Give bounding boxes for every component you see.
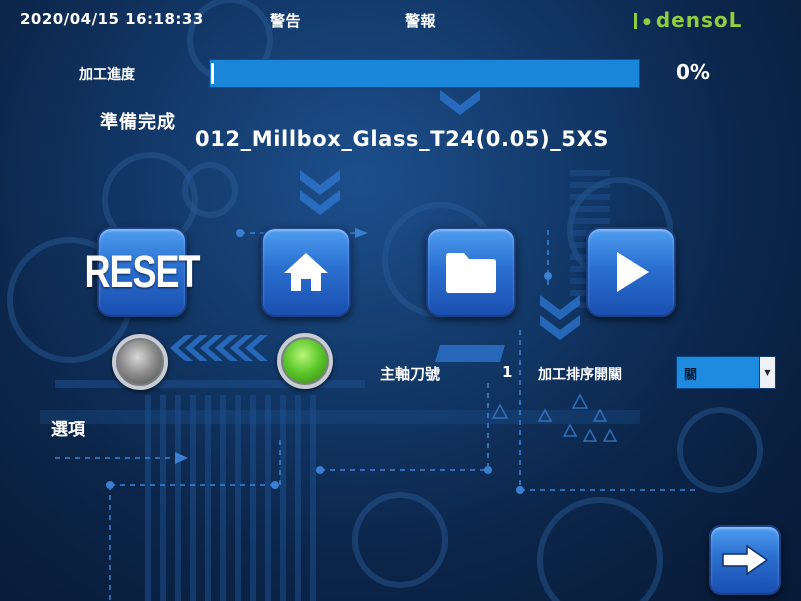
brand-logo: ● densoL — [634, 8, 742, 32]
logo-dot: ● — [643, 17, 652, 27]
status-lamp-gray — [112, 334, 168, 390]
options-label[interactable]: 選項 — [51, 415, 85, 440]
reset-button[interactable]: RESET — [84, 227, 201, 317]
tab-warning[interactable]: 警告 — [270, 10, 301, 31]
arrow-right-icon — [722, 544, 769, 576]
sort-switch-value: 關 — [684, 368, 698, 383]
play-icon — [617, 252, 649, 292]
start-button[interactable] — [586, 227, 676, 317]
program-filename: 012_Millbox_Glass_T24(0.05)_5XS — [195, 127, 610, 151]
spindle-tool-label: 主軸刀號 — [380, 365, 441, 383]
chevron-down-icon[interactable]: ▼ — [759, 357, 775, 388]
logo-bar — [634, 13, 637, 29]
status-lamp-green — [277, 333, 333, 389]
open-file-button[interactable] — [426, 227, 516, 317]
progress-fill — [211, 63, 214, 84]
datetime: 2020/04/15 16:18:33 — [20, 10, 204, 28]
home-icon — [284, 253, 328, 291]
logo-text: densoL — [655, 8, 743, 32]
home-button[interactable] — [261, 227, 351, 317]
spindle-tool-value: 1 — [502, 363, 513, 381]
progress-bar — [209, 59, 640, 88]
folder-icon — [446, 253, 496, 293]
reset-label: RESET — [84, 245, 200, 297]
sort-switch-select[interactable]: 關 ▼ — [676, 356, 776, 389]
sort-switch-label: 加工排序開關 — [538, 367, 622, 383]
next-page-button[interactable] — [709, 525, 781, 595]
progress-percent: 0% — [676, 60, 710, 84]
progress-label: 加工進度 — [79, 67, 135, 83]
tab-alarm[interactable]: 警報 — [405, 10, 436, 31]
machine-status: 準備完成 — [100, 112, 176, 133]
